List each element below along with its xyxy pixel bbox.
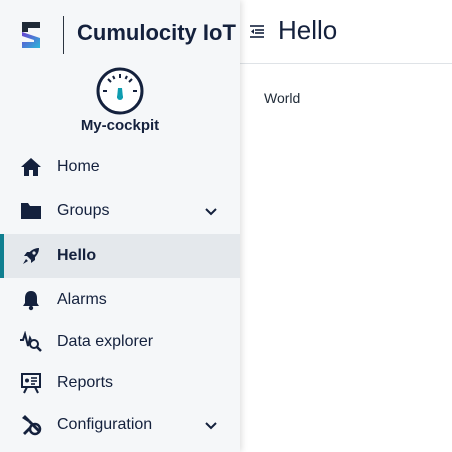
- chevron-down-icon[interactable]: [203, 417, 219, 433]
- data-explorer-icon: [19, 330, 43, 354]
- sidebar-item-reports[interactable]: Reports: [0, 361, 240, 405]
- app-name: My-cockpit: [80, 117, 160, 134]
- speedometer-icon: [96, 67, 144, 115]
- home-icon: [19, 155, 43, 179]
- sidebar-item-label: Alarms: [57, 291, 107, 308]
- menu-toggle-icon[interactable]: [249, 23, 265, 39]
- cumulocity-logo-icon: [22, 22, 40, 48]
- rocket-icon: [19, 244, 43, 268]
- app-root: Cumulocity IoT My-cockpit Home Groups He…: [0, 0, 452, 452]
- sidebar-item-label: Groups: [57, 202, 110, 219]
- sidebar-item-groups[interactable]: Groups: [0, 189, 240, 233]
- sidebar: Cumulocity IoT My-cockpit Home Groups He…: [0, 0, 240, 452]
- sidebar-item-home[interactable]: Home: [0, 145, 240, 189]
- sidebar-item-label: Reports: [57, 374, 114, 391]
- content-text: World: [264, 90, 301, 106]
- sidebar-item-label: Configuration: [57, 416, 153, 433]
- page-header: Hello: [240, 0, 452, 64]
- brand-bar: Cumulocity IoT: [0, 0, 240, 64]
- configuration-icon: [19, 413, 43, 437]
- folder-icon: [19, 199, 43, 223]
- sidebar-item-alarms[interactable]: Alarms: [0, 278, 240, 322]
- brand-title: Cumulocity IoT: [77, 20, 236, 45]
- sidebar-item-label: Hello: [57, 247, 97, 264]
- brand-divider: [63, 16, 64, 54]
- sidebar-item-configuration[interactable]: Configuration: [0, 403, 240, 447]
- bell-icon: [19, 288, 43, 312]
- chevron-down-icon[interactable]: [203, 203, 219, 219]
- reports-icon: [19, 371, 43, 395]
- sidebar-item-data-explorer[interactable]: Data explorer: [0, 320, 240, 364]
- page-title: Hello: [278, 15, 338, 45]
- sidebar-item-label: Home: [57, 158, 100, 175]
- sidebar-item-label: Data explorer: [57, 333, 154, 350]
- sidebar-item-hello[interactable]: Hello: [0, 234, 240, 278]
